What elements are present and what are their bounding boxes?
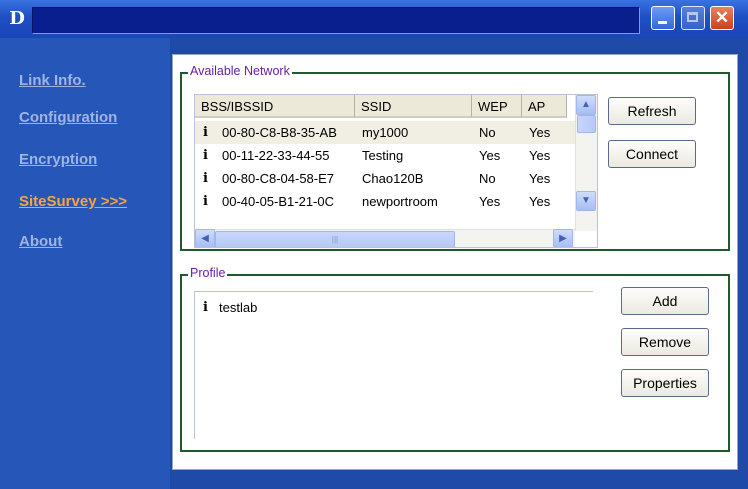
- vertical-scrollbar[interactable]: ▲ ▼: [575, 95, 597, 231]
- profile-legend: Profile: [188, 266, 228, 280]
- minimize-icon: [658, 21, 667, 24]
- column-header-ssid[interactable]: SSID: [355, 95, 472, 118]
- vertical-scroll-thumb[interactable]: [577, 115, 596, 133]
- sidebar: Link Info. Configuration Encryption Site…: [0, 38, 170, 489]
- horizontal-scrollbar[interactable]: ◀ ||| ▶: [195, 229, 575, 247]
- wep-cell: No: [479, 171, 496, 186]
- ssid-cell: Testing: [362, 148, 404, 163]
- bssid-cell: 00-80-C8-B8-35-AB: [222, 125, 337, 140]
- dlink-logo-icon: D: [9, 8, 25, 29]
- profile-info-icon: i: [203, 300, 208, 315]
- network-row[interactable]: i 00-80-C8-04-58-E7 Chao120B No Yes: [195, 167, 575, 190]
- wep-cell: Yes: [479, 194, 501, 209]
- bssid-cell: 00-40-05-B1-21-0C: [222, 194, 335, 209]
- add-profile-button[interactable]: Add: [621, 287, 709, 315]
- ssid-cell: my1000: [362, 125, 409, 140]
- network-row[interactable]: i 00-40-05-B1-21-0C newportroom Yes Yes: [195, 190, 575, 213]
- minimize-button[interactable]: [651, 6, 675, 30]
- scroll-left-icon[interactable]: ◀: [195, 229, 215, 247]
- profile-list-item[interactable]: i testlab: [195, 296, 575, 319]
- maximize-icon: [687, 12, 698, 22]
- sidebar-item-about[interactable]: About: [19, 233, 62, 250]
- bssid-cell: 00-11-22-33-44-55: [222, 148, 330, 163]
- maximize-button[interactable]: [681, 6, 705, 30]
- scroll-up-icon[interactable]: ▲: [576, 95, 596, 115]
- horizontal-scroll-thumb[interactable]: |||: [215, 231, 455, 247]
- network-list[interactable]: BSS/IBSSID SSID WEP AP i 00-80-C8-B8-35-…: [194, 94, 598, 248]
- remove-profile-button[interactable]: Remove: [621, 328, 709, 356]
- window-title: [32, 7, 640, 34]
- network-info-icon: i: [203, 171, 208, 186]
- close-icon: ✕: [714, 8, 730, 27]
- wep-cell: No: [479, 125, 496, 140]
- profile-list[interactable]: i testlab: [194, 291, 593, 439]
- ap-cell: Yes: [529, 125, 551, 140]
- column-header-bssid[interactable]: BSS/IBSSID: [195, 95, 355, 118]
- scroll-down-icon[interactable]: ▼: [576, 191, 596, 211]
- column-header-wep[interactable]: WEP: [472, 95, 522, 118]
- profile-name: testlab: [219, 300, 258, 315]
- app-window: D ✕ Link Info. Configuration Encryption …: [0, 0, 748, 489]
- wep-cell: Yes: [479, 148, 501, 163]
- title-bar[interactable]: D ✕: [0, 0, 748, 38]
- close-button[interactable]: ✕: [710, 6, 734, 30]
- ap-cell: Yes: [529, 148, 551, 163]
- network-info-icon: i: [203, 125, 208, 140]
- ap-cell: Yes: [529, 194, 551, 209]
- ssid-cell: Chao120B: [362, 171, 424, 186]
- sidebar-item-configuration[interactable]: Configuration: [19, 109, 117, 126]
- scroll-right-icon[interactable]: ▶: [553, 229, 573, 247]
- column-header-ap[interactable]: AP: [522, 95, 567, 118]
- ssid-cell: newportroom: [362, 194, 438, 209]
- network-info-icon: i: [203, 148, 208, 163]
- available-network-legend: Available Network: [188, 64, 292, 78]
- ap-cell: Yes: [529, 171, 551, 186]
- network-row[interactable]: i 00-80-C8-B8-35-AB my1000 No Yes: [195, 121, 575, 144]
- refresh-button[interactable]: Refresh: [608, 97, 696, 125]
- sidebar-item-site-survey[interactable]: SiteSurvey >>>: [19, 193, 127, 210]
- bssid-cell: 00-80-C8-04-58-E7: [222, 171, 335, 186]
- site-survey-panel: Available Network BSS/IBSSID SSID WEP AP…: [172, 54, 738, 470]
- network-info-icon: i: [203, 194, 208, 209]
- connect-button[interactable]: Connect: [608, 140, 696, 168]
- sidebar-item-encryption[interactable]: Encryption: [19, 151, 97, 168]
- sidebar-item-link-info[interactable]: Link Info.: [19, 72, 86, 89]
- network-row[interactable]: i 00-11-22-33-44-55 Testing Yes Yes: [195, 144, 575, 167]
- profile-properties-button[interactable]: Properties: [621, 369, 709, 397]
